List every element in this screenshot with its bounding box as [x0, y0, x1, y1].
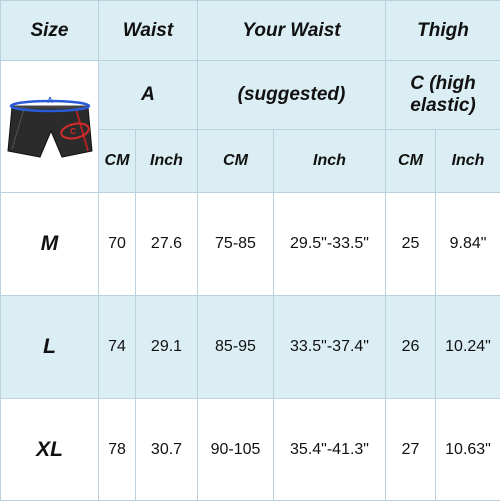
cycling-shorts-icon: A C [4, 87, 96, 167]
waist-header: Waist [99, 1, 198, 61]
waist-cm-value: 78 [99, 399, 136, 501]
unit-thigh-cm: CM [386, 130, 436, 193]
thigh-cm-value: 27 [386, 399, 436, 501]
table-row: M 70 27.6 75-85 29.5"-33.5" 25 9.84" [1, 193, 500, 296]
waist-inch-value: 27.6 [136, 193, 198, 296]
thigh-cm-value: 26 [386, 296, 436, 399]
product-image: A C [1, 61, 99, 193]
your-waist-inch-value: 29.5"-33.5" [274, 193, 386, 296]
thigh-cm-value: 25 [386, 193, 436, 296]
thigh-code: C (high elastic) [386, 61, 500, 130]
waist-inch-value: 30.7 [136, 399, 198, 501]
unit-your-waist-cm: CM [198, 130, 274, 193]
your-waist-cm-value: 90-105 [198, 399, 274, 501]
header-row: Size Waist Your Waist Thigh [1, 1, 500, 61]
size-label: L [1, 296, 99, 399]
thigh-header: Thigh [386, 1, 500, 61]
size-header: Size [1, 1, 99, 61]
table-row: XL 78 30.7 90-105 35.4"-41.3" 27 10.63" [1, 399, 500, 501]
marker-c-label: C [70, 127, 76, 136]
unit-your-waist-inch: Inch [274, 130, 386, 193]
thigh-inch-value: 10.24" [436, 296, 500, 399]
waist-cm-value: 70 [99, 193, 136, 296]
table-row: L 74 29.1 85-95 33.5"-37.4" 26 10.24" [1, 296, 500, 399]
your-waist-cm-value: 75-85 [198, 193, 274, 296]
unit-waist-cm: CM [99, 130, 136, 193]
your-waist-inch-value: 35.4"-41.3" [274, 399, 386, 501]
your-waist-inch-value: 33.5"-37.4" [274, 296, 386, 399]
marker-a-label: A [47, 96, 53, 105]
unit-waist-inch: Inch [136, 130, 198, 193]
waist-cm-value: 74 [99, 296, 136, 399]
waist-code: A [99, 61, 198, 130]
thigh-inch-value: 10.63" [436, 399, 500, 501]
unit-thigh-inch: Inch [436, 130, 500, 193]
your-waist-header: Your Waist [198, 1, 386, 61]
subheader-row: A C A (suggested) C (high elastic) [1, 61, 500, 130]
your-waist-note: (suggested) [198, 61, 386, 130]
size-label: M [1, 193, 99, 296]
size-chart: Size Waist Your Waist Thigh A C A (sugge… [0, 0, 500, 500]
your-waist-cm-value: 85-95 [198, 296, 274, 399]
size-table: Size Waist Your Waist Thigh A C A (sugge… [0, 0, 500, 501]
thigh-inch-value: 9.84" [436, 193, 500, 296]
size-label: XL [1, 399, 99, 501]
waist-inch-value: 29.1 [136, 296, 198, 399]
